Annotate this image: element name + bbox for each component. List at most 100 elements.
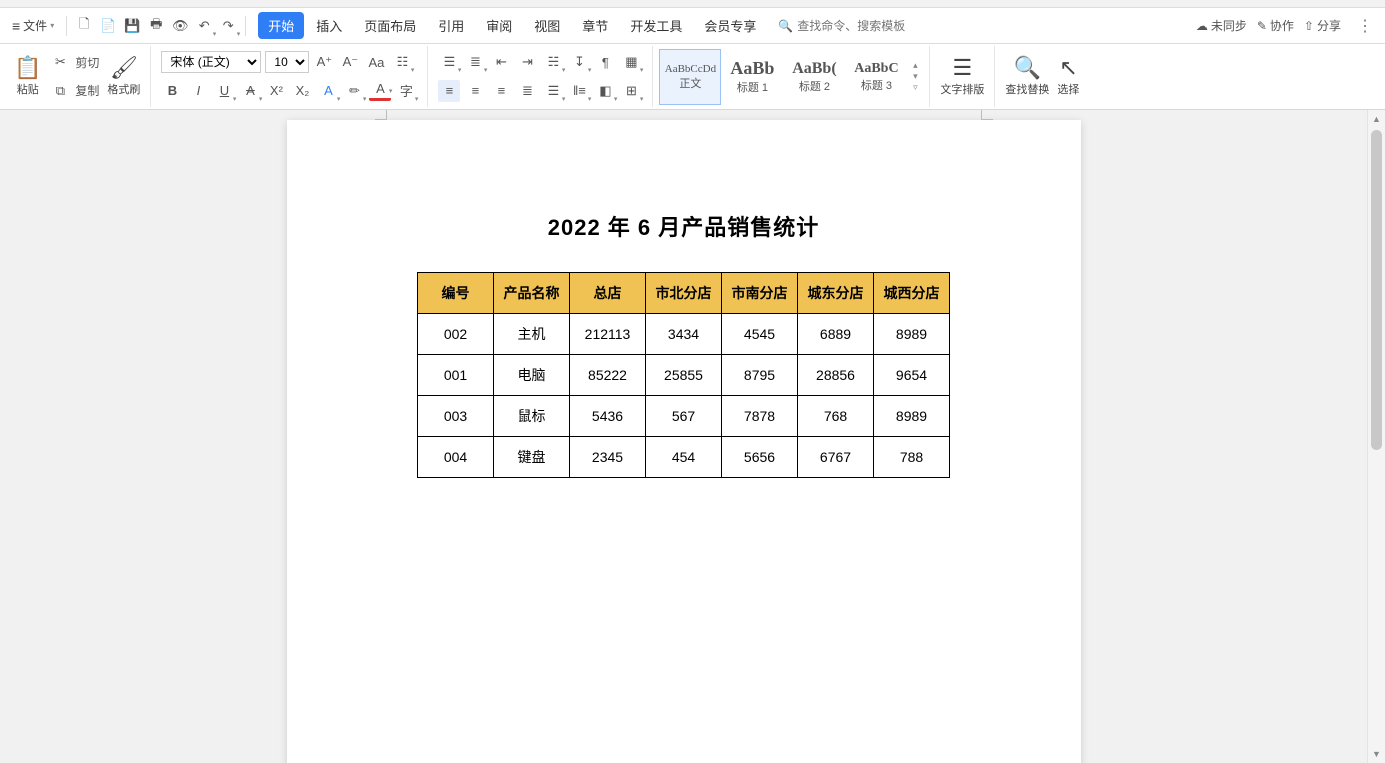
distribute-icon[interactable]: ☰ bbox=[542, 80, 564, 102]
decrease-indent-icon[interactable]: ⇤ bbox=[490, 51, 512, 73]
table-cell[interactable]: 85222 bbox=[570, 355, 646, 396]
table-cell[interactable]: 768 bbox=[798, 396, 874, 437]
table-cell[interactable]: 001 bbox=[418, 355, 494, 396]
tab-layout[interactable]: 页面布局 bbox=[354, 12, 426, 39]
table-row[interactable]: 002主机2121133434454568898989 bbox=[418, 314, 950, 355]
paste-button[interactable]: 📋 粘贴 bbox=[10, 48, 45, 105]
tab-start[interactable]: 开始 bbox=[258, 12, 304, 39]
font-size-select[interactable]: 10 bbox=[265, 51, 309, 73]
table-row[interactable]: 004键盘234545456566767788 bbox=[418, 437, 950, 478]
subscript-icon[interactable]: X₂ bbox=[291, 80, 313, 102]
select-button[interactable]: ↖ 选择 bbox=[1053, 48, 1083, 105]
bold-icon[interactable]: B bbox=[161, 80, 183, 102]
clear-format-icon[interactable]: ☷ bbox=[391, 51, 413, 73]
style-heading2[interactable]: AaBb( 标题 2 bbox=[783, 49, 845, 105]
table-cell[interactable]: 8795 bbox=[722, 355, 798, 396]
data-table[interactable]: 编号产品名称总店市北分店市南分店城东分店城西分店 002主机2121133434… bbox=[417, 272, 950, 478]
new-doc-icon[interactable]: 🗋 bbox=[73, 15, 95, 37]
align-left-icon[interactable]: ≡ bbox=[438, 80, 460, 102]
table-cell[interactable]: 7878 bbox=[722, 396, 798, 437]
superscript-icon[interactable]: X² bbox=[265, 80, 287, 102]
increase-font-icon[interactable]: A⁺ bbox=[313, 51, 335, 73]
tab-review[interactable]: 审阅 bbox=[476, 12, 522, 39]
tab-chapter[interactable]: 章节 bbox=[572, 12, 618, 39]
redo-button[interactable]: ↷ bbox=[217, 15, 239, 37]
align-center-icon[interactable]: ≡ bbox=[464, 80, 486, 102]
table-cell[interactable]: 主机 bbox=[494, 314, 570, 355]
table-cell[interactable]: 212113 bbox=[570, 314, 646, 355]
search-input[interactable] bbox=[797, 19, 937, 33]
style-heading3[interactable]: AaBbC 标题 3 bbox=[845, 49, 907, 105]
tab-view[interactable]: 视图 bbox=[524, 12, 570, 39]
tab-devtools[interactable]: 开发工具 bbox=[620, 12, 692, 39]
table-cell[interactable]: 003 bbox=[418, 396, 494, 437]
style-body[interactable]: AaBbCcDd 正文 bbox=[659, 49, 721, 105]
table-cell[interactable]: 788 bbox=[874, 437, 950, 478]
underline-icon[interactable]: U bbox=[213, 80, 235, 102]
table-cell[interactable]: 28856 bbox=[798, 355, 874, 396]
table-cell[interactable]: 电脑 bbox=[494, 355, 570, 396]
scroll-down-icon[interactable]: ▼ bbox=[1368, 749, 1385, 759]
numbering-icon[interactable]: ≣ bbox=[464, 51, 486, 73]
tab-reference[interactable]: 引用 bbox=[428, 12, 474, 39]
undo-button[interactable]: ↶ bbox=[193, 15, 215, 37]
share-button[interactable]: ⇧ 分享 bbox=[1304, 17, 1341, 34]
text-effects-icon[interactable]: A bbox=[317, 80, 339, 102]
change-case-icon[interactable]: Aa bbox=[365, 51, 387, 73]
font-name-select[interactable]: 宋体 (正文) bbox=[161, 51, 261, 73]
font-color-icon[interactable]: A bbox=[369, 81, 391, 101]
scroll-thumb[interactable] bbox=[1371, 130, 1382, 450]
table-cell[interactable]: 键盘 bbox=[494, 437, 570, 478]
open-icon[interactable]: 📄 bbox=[97, 15, 119, 37]
save-icon[interactable]: 💾 bbox=[121, 15, 143, 37]
styles-more[interactable]: ▴▾▿ bbox=[907, 60, 923, 93]
vertical-scrollbar[interactable]: ▲ ▼ bbox=[1367, 110, 1385, 763]
table-cell[interactable]: 9654 bbox=[874, 355, 950, 396]
style-heading1[interactable]: AaBb 标题 1 bbox=[721, 49, 783, 105]
show-marks-icon[interactable]: ¶ bbox=[594, 51, 616, 73]
table-cell[interactable]: 25855 bbox=[646, 355, 722, 396]
phonetic-guide-icon[interactable]: 字 bbox=[395, 80, 417, 102]
bullets-icon[interactable]: ☰ bbox=[438, 51, 460, 73]
table-cell[interactable]: 6767 bbox=[798, 437, 874, 478]
borders-icon[interactable]: ▦ bbox=[620, 51, 642, 73]
text-direction-icon[interactable]: ☵ bbox=[542, 51, 564, 73]
more-menu[interactable]: ⋮ bbox=[1351, 16, 1379, 36]
table-cell[interactable]: 6889 bbox=[798, 314, 874, 355]
cut-icon[interactable]: ✂ bbox=[49, 51, 71, 73]
table-cell[interactable]: 5656 bbox=[722, 437, 798, 478]
table-cell[interactable]: 002 bbox=[418, 314, 494, 355]
table-row[interactable]: 001电脑85222258558795288569654 bbox=[418, 355, 950, 396]
table-cell[interactable]: 4545 bbox=[722, 314, 798, 355]
italic-icon[interactable]: I bbox=[187, 80, 209, 102]
decrease-font-icon[interactable]: A⁻ bbox=[339, 51, 361, 73]
text-layout-button[interactable]: ☰ 文字排版 bbox=[936, 48, 988, 105]
table-cell[interactable]: 004 bbox=[418, 437, 494, 478]
table-cell[interactable]: 8989 bbox=[874, 314, 950, 355]
tabs-icon[interactable]: ⊞ bbox=[620, 80, 642, 102]
tab-member[interactable]: 会员专享 bbox=[694, 12, 766, 39]
find-replace-button[interactable]: 🔍 查找替换 bbox=[1001, 48, 1053, 105]
increase-indent-icon[interactable]: ⇥ bbox=[516, 51, 538, 73]
shading-icon[interactable]: ◧ bbox=[594, 80, 616, 102]
scroll-up-icon[interactable]: ▲ bbox=[1368, 114, 1385, 124]
table-cell[interactable]: 5436 bbox=[570, 396, 646, 437]
align-justify-icon[interactable]: ≣ bbox=[516, 80, 538, 102]
document-area[interactable]: 2022 年 6 月产品销售统计 编号产品名称总店市北分店市南分店城东分店城西分… bbox=[0, 110, 1367, 763]
tab-insert[interactable]: 插入 bbox=[306, 12, 352, 39]
collab-button[interactable]: ✎ 协作 bbox=[1257, 17, 1294, 34]
table-cell[interactable]: 8989 bbox=[874, 396, 950, 437]
command-search[interactable]: 🔍 bbox=[778, 19, 937, 33]
table-cell[interactable]: 3434 bbox=[646, 314, 722, 355]
highlight-icon[interactable]: ✏ bbox=[343, 80, 365, 102]
table-cell[interactable]: 567 bbox=[646, 396, 722, 437]
sync-status[interactable]: ☁ 未同步 bbox=[1196, 17, 1247, 34]
table-row[interactable]: 003鼠标543656778787688989 bbox=[418, 396, 950, 437]
align-right-icon[interactable]: ≡ bbox=[490, 80, 512, 102]
strikethrough-icon[interactable]: A bbox=[239, 80, 261, 102]
line-spacing-icon[interactable]: ‖≡ bbox=[568, 80, 590, 102]
print-preview-icon[interactable]: 👁 bbox=[169, 15, 191, 37]
app-menu-button[interactable]: ≡ 文件 ▾ bbox=[6, 14, 60, 37]
table-cell[interactable]: 2345 bbox=[570, 437, 646, 478]
copy-icon[interactable]: ⧉ bbox=[49, 80, 71, 102]
